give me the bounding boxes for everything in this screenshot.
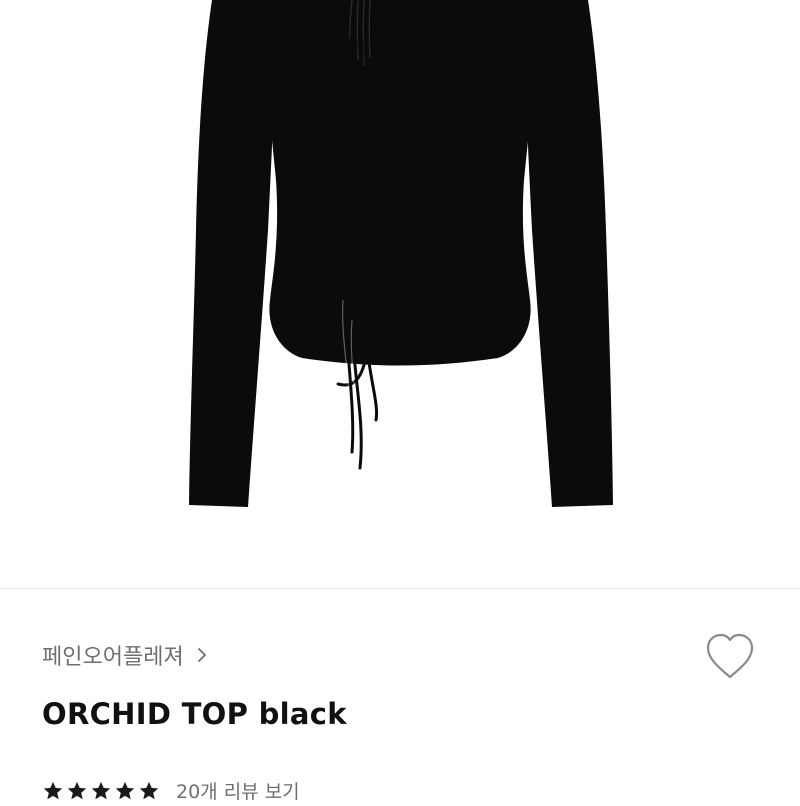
wishlist-button[interactable] <box>700 629 760 683</box>
left-sleeve <box>189 0 278 507</box>
star-filled-icon <box>114 780 136 802</box>
chevron-right-icon <box>192 645 212 665</box>
brand-name: 페인오어플레져 <box>42 645 184 670</box>
star-filled-icon <box>90 780 112 802</box>
garment-body <box>262 0 540 366</box>
garment-illustration <box>189 0 613 507</box>
right-sleeve <box>522 0 613 507</box>
heart-outline-icon <box>700 633 760 687</box>
star-filled-icon <box>42 780 64 802</box>
product-image[interactable] <box>0 0 800 588</box>
star-rating <box>42 780 160 802</box>
product-info: 페인오어플레져 ORCHID TOP black 20개 리뷰 보기 <box>0 589 800 803</box>
product-title: ORCHID TOP black <box>42 697 347 731</box>
star-filled-icon <box>138 780 160 802</box>
brand-link[interactable]: 페인오어플레져 <box>42 639 212 671</box>
star-filled-icon <box>66 780 88 802</box>
